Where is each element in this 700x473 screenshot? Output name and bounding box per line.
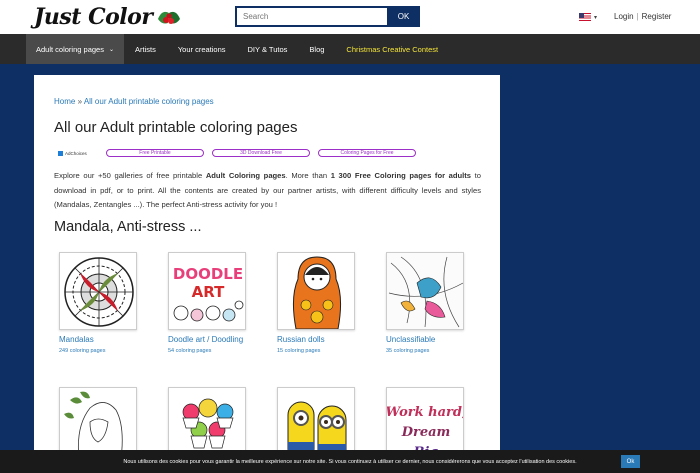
card-count[interactable]: 249 coloring pages — [59, 348, 139, 354]
nav-christmas-contest[interactable]: Christmas Creative Contest — [335, 34, 449, 64]
ad-banner[interactable]: AdChoices Free Printable 3D Download Fre… — [58, 149, 416, 157]
card-title[interactable]: Unclassifiable — [386, 335, 466, 345]
register-link[interactable]: Register — [642, 12, 672, 21]
gallery-card[interactable]: Russian dolls 15 coloring pages — [277, 252, 357, 354]
caret-down-icon: ▾ — [594, 14, 598, 21]
mandala-thumbnail[interactable] — [59, 252, 137, 330]
search-form: OK — [235, 6, 420, 27]
cookie-banner: Nous utilisons des cookies pour vous gar… — [0, 450, 700, 473]
intro-bold: 1 300 Free Coloring pages for adults — [330, 171, 472, 180]
login-link[interactable]: Login — [614, 12, 634, 21]
content-panel: Home » All our Adult printable coloring … — [34, 75, 500, 473]
page-title: All our Adult printable coloring pages — [54, 119, 298, 136]
intro-paragraph: Explore our +50 galleries of free printa… — [54, 169, 481, 213]
gallery-card[interactable]: Unclassifiable 35 coloring pages — [386, 252, 466, 354]
cookie-text: Nous utilisons des cookies pour vous gar… — [123, 458, 577, 465]
lettering-line-1: Work hard, — [387, 405, 464, 420]
intro-bold: Adult Coloring pages — [205, 171, 286, 180]
ad-brand: AdChoices — [65, 150, 87, 156]
nav-label: Artists — [135, 44, 156, 54]
nav-diy-tutos[interactable]: DIY & Tutos — [237, 34, 299, 64]
language-selector[interactable]: ▾ — [579, 13, 597, 21]
card-title[interactable]: Doodle art / Doodling — [168, 335, 248, 345]
gallery-card[interactable]: Mandalas 249 coloring pages — [59, 252, 139, 354]
breadcrumb-home[interactable]: Home — [54, 97, 75, 106]
card-title[interactable]: Russian dolls — [277, 335, 357, 345]
doodle-letters: DOODLE — [173, 265, 243, 283]
lettering-line-2: Dream — [401, 425, 451, 440]
auth-separator: | — [636, 12, 639, 21]
card-title[interactable]: Mandalas — [59, 335, 139, 345]
auth-links: Login | Register — [614, 12, 671, 21]
nav-adult-coloring-pages[interactable]: Adult coloring pages ⌄ — [26, 34, 124, 64]
ad-pill[interactable]: 3D Download Free — [212, 149, 310, 157]
adchoices-icon — [58, 150, 63, 156]
nav-artists[interactable]: Artists — [124, 34, 167, 64]
nav-label: Your creations — [177, 44, 226, 54]
logo-text: Just Color — [34, 4, 153, 30]
holly-icon — [154, 3, 184, 31]
breadcrumb: Home » All our Adult printable coloring … — [54, 97, 214, 106]
card-count[interactable]: 54 coloring pages — [168, 348, 248, 354]
nav-label: Adult coloring pages — [36, 44, 104, 54]
ad-pill[interactable]: Free Printable — [106, 149, 204, 157]
card-count[interactable]: 35 coloring pages — [386, 348, 466, 354]
breadcrumb-separator: » — [77, 97, 83, 106]
nav-your-creations[interactable]: Your creations — [167, 34, 237, 64]
ad-pill[interactable]: Coloring Pages for Free — [318, 149, 416, 157]
chevron-down-icon: ⌄ — [108, 46, 114, 53]
nav-label: DIY & Tutos — [247, 44, 288, 54]
search-button[interactable]: OK — [387, 6, 420, 27]
breadcrumb-current[interactable]: All our Adult printable coloring pages — [84, 97, 214, 106]
main-nav: Adult coloring pages ⌄ Artists Your crea… — [0, 34, 700, 64]
card-count[interactable]: 15 coloring pages — [277, 348, 357, 354]
intro-text: Explore our +50 galleries of free printa… — [54, 171, 206, 180]
adchoices-logo[interactable]: AdChoices — [58, 150, 98, 156]
gallery-card[interactable]: DOODLE ART Doodle art / Doodling 54 colo… — [168, 252, 248, 354]
nav-blog[interactable]: Blog — [298, 34, 335, 64]
russian-doll-thumbnail[interactable] — [277, 252, 355, 330]
doodle-thumbnail[interactable]: DOODLE ART — [168, 252, 246, 330]
doodle-letters-2: ART — [192, 283, 225, 301]
nav-label: Blog — [309, 44, 325, 54]
nav-label: Christmas Creative Contest — [346, 44, 439, 54]
cookie-ok-button[interactable]: Ok — [621, 455, 640, 468]
search-input[interactable] — [235, 6, 387, 27]
intro-text: . More than — [285, 171, 331, 180]
us-flag-icon — [579, 13, 591, 21]
unclassifiable-thumbnail[interactable] — [386, 252, 464, 330]
top-header: Just Color OK ▾ Login | Register — [0, 0, 700, 34]
site-logo[interactable]: Just Color — [34, 2, 184, 32]
section-title: Mandala, Anti-stress ... — [54, 219, 202, 235]
